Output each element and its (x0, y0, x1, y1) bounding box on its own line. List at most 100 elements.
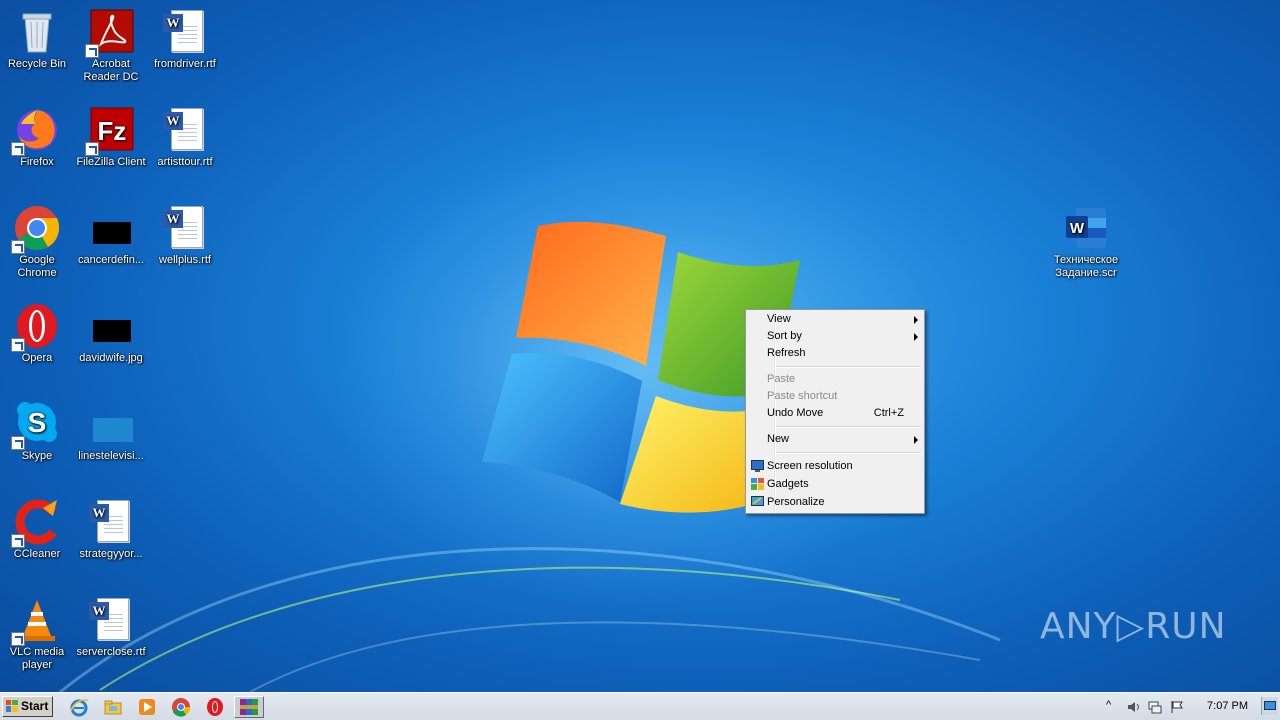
desktop-icon-firefox[interactable]: Firefox (0, 100, 74, 169)
menu-item-paste-shortcut[interactable]: Paste shortcut (748, 388, 922, 405)
shortcut-arrow-icon (85, 142, 99, 156)
word-document-icon: W (87, 498, 135, 546)
gadgets-icon (751, 478, 764, 490)
shortcut-arrow-icon (85, 44, 99, 58)
word-app-icon: W (1062, 204, 1110, 252)
menu-item-label: Personalize (767, 496, 825, 508)
icon-label: serverclose.rtf (76, 646, 146, 658)
network-icon[interactable] (1148, 700, 1162, 714)
svg-text:S: S (28, 407, 47, 438)
start-label: Start (21, 699, 49, 713)
icon-label: Техническое Задание.scr (1053, 254, 1119, 279)
clock[interactable]: 7:07 PM (1207, 700, 1248, 712)
word-document-icon: W (161, 106, 209, 154)
shortcut-arrow-icon (11, 142, 25, 156)
action-center-flag-icon[interactable] (1170, 700, 1184, 714)
chrome-icon (11, 204, 61, 254)
icon-label: cancerdefin... (77, 254, 145, 266)
word-document-icon: W (87, 596, 135, 644)
icon-label: wellplus.rtf (159, 254, 211, 266)
desktop-icon-google-chrome[interactable]: Google Chrome (0, 198, 74, 280)
desktop-icon-filezilla[interactable]: Fz FileZilla Client (74, 100, 148, 169)
word-document-icon: W (161, 204, 209, 252)
icon-label: artisttour.rtf (157, 156, 213, 168)
desktop-icon-fromdriver-rtf[interactable]: W fromdriver.rtf (148, 2, 222, 71)
icon-label: Opera (21, 352, 53, 364)
shortcut-arrow-icon (11, 338, 25, 352)
icon-label: Recycle Bin (7, 58, 67, 70)
desktop-icon-serverclose-rtf[interactable]: W serverclose.rtf (74, 590, 148, 659)
chrome-icon[interactable] (171, 697, 191, 717)
menu-item-gadgets[interactable]: Gadgets (748, 476, 922, 493)
svg-text:Fz: Fz (98, 116, 127, 146)
menu-separator (776, 452, 921, 454)
desktop-icon-opera[interactable]: Opera (0, 296, 74, 365)
show-desktop-button[interactable] (1261, 697, 1278, 715)
ccleaner-icon (11, 498, 61, 548)
menu-separator (776, 426, 921, 428)
menu-item-sort-by[interactable]: Sort by (748, 328, 922, 345)
image-thumbnail-icon (87, 204, 135, 252)
icon-label: fromdriver.rtf (154, 58, 216, 70)
system-tray: ^ 7:07 PM (1102, 694, 1280, 720)
desktop-icon-linestelevisi[interactable]: linestelevisi... (74, 394, 148, 463)
shortcut-arrow-icon (11, 240, 25, 254)
volume-icon[interactable] (1126, 700, 1140, 714)
windows-flag-icon (6, 700, 18, 712)
desktop-icon-recycle-bin[interactable]: Recycle Bin (0, 2, 74, 71)
desktop-icon-ccleaner[interactable]: CCleaner (0, 492, 74, 561)
desktop-icon-vlc[interactable]: VLC media player (0, 590, 74, 672)
icon-label: Firefox (20, 156, 54, 168)
file-explorer-icon[interactable] (103, 697, 123, 717)
shortcut-arrow-icon (11, 632, 25, 646)
desktop-icon (1264, 701, 1276, 710)
submenu-arrow-icon (914, 316, 918, 324)
icon-label: Skype (21, 450, 53, 462)
icon-label: strategyyor... (79, 548, 143, 560)
menu-item-personalize[interactable]: Personalize (748, 494, 922, 511)
menu-item-label: Gadgets (767, 478, 809, 490)
firefox-icon (11, 106, 61, 156)
filezilla-icon: Fz (85, 106, 135, 156)
image-thumbnail-icon (87, 302, 135, 350)
taskbar-running-app-button[interactable] (234, 696, 264, 718)
desktop-context-menu: View Sort by Refresh Paste Paste shortcu… (745, 309, 925, 514)
media-player-icon[interactable] (137, 697, 157, 717)
word-document-icon: W (161, 8, 209, 56)
vlc-cone-icon (11, 596, 61, 646)
menu-item-label: Paste shortcut (767, 390, 838, 402)
desktop-icon-artisttour-rtf[interactable]: W artisttour.rtf (148, 100, 222, 169)
acrobat-reader-icon (85, 8, 135, 58)
icon-label: davidwife.jpg (79, 352, 143, 364)
icon-label: linestelevisi... (78, 450, 144, 462)
menu-item-label: Refresh (767, 347, 806, 359)
desktop-icon-wellplus-rtf[interactable]: W wellplus.rtf (148, 198, 222, 267)
menu-item-screen-resolution[interactable]: Screen resolution (748, 458, 922, 475)
menu-item-view[interactable]: View (748, 311, 922, 328)
icon-label: CCleaner (13, 548, 61, 560)
icon-label: Google Chrome (17, 254, 57, 279)
start-button[interactable]: Start (2, 696, 53, 717)
desktop-icon-skype[interactable]: S Skype (0, 394, 74, 463)
menu-item-new[interactable]: New (748, 431, 922, 448)
taskbar: Start ^ 7:07 PM (0, 692, 1280, 720)
menu-item-undo-move[interactable]: Undo Move Ctrl+Z (748, 405, 922, 422)
opera-icon[interactable] (205, 697, 225, 717)
desktop-icon-davidwife-jpg[interactable]: davidwife.jpg (74, 296, 148, 365)
menu-item-label: Paste (767, 373, 796, 385)
shortcut-arrow-icon (11, 436, 25, 450)
menu-separator (776, 366, 921, 368)
menu-item-label: View (767, 313, 791, 325)
desktop-icon-tekhnicheskoe-zadanie[interactable]: W Техническое Задание.scr (1049, 198, 1123, 280)
desktop-icon-cancerdefin[interactable]: cancerdefin... (74, 198, 148, 267)
menu-item-label: Screen resolution (767, 460, 853, 472)
personalize-icon (751, 496, 764, 506)
menu-item-paste[interactable]: Paste (748, 371, 922, 388)
desktop-icon-strategyyor[interactable]: W strategyyor... (74, 492, 148, 561)
menu-item-refresh[interactable]: Refresh (748, 345, 922, 362)
svg-text:W: W (1070, 220, 1085, 237)
internet-explorer-icon[interactable] (69, 697, 89, 717)
desktop-icon-acrobat-reader[interactable]: Acrobat Reader DC (74, 2, 148, 84)
show-hidden-icons-icon[interactable]: ^ (1106, 699, 1120, 713)
icon-label: VLC media player (9, 646, 65, 671)
